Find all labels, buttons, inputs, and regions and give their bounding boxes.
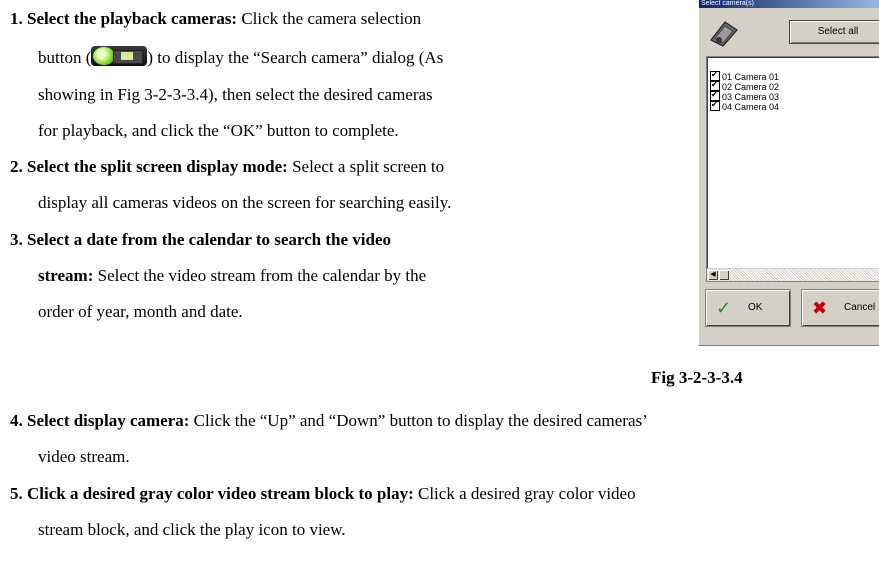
step-text: Click the camera selection xyxy=(241,9,422,28)
dialog-title: Select camera(s) xyxy=(699,0,879,8)
step-number: 1. xyxy=(10,9,23,28)
step-4: 4. Select display camera: Click the “Up”… xyxy=(10,410,648,432)
x-icon: ✖ xyxy=(812,298,828,318)
step-text: Select the video stream from the calenda… xyxy=(97,266,427,285)
step-heading: Select the playback cameras: xyxy=(27,9,238,28)
step-text: button ( xyxy=(38,48,92,67)
step-number: 2. xyxy=(10,157,23,176)
step-number: 3. xyxy=(10,230,23,249)
step-heading-cont: stream: xyxy=(38,266,94,285)
camera-selection-icon xyxy=(91,46,148,66)
camera-list-item[interactable]: 04 Camera 04 xyxy=(710,100,779,112)
select-camera-dialog: Select camera(s) Select all 01 Camera 01… xyxy=(698,0,879,346)
step-heading: Click a desired gray color video stream … xyxy=(27,484,414,503)
step-text: Select a split screen to xyxy=(292,157,445,176)
step-number: 4. xyxy=(10,411,23,430)
step-text: ) to display the “Search camera” dialog … xyxy=(147,48,444,67)
step-3-line-2: stream: Select the video stream from the… xyxy=(38,265,426,287)
step-1-line-4: for playback, and click the “OK” button … xyxy=(38,121,399,140)
select-all-button[interactable]: Select all xyxy=(789,20,879,44)
camera-icon xyxy=(710,21,738,47)
checkbox[interactable] xyxy=(710,100,720,111)
checkmark-icon: ✓ xyxy=(716,298,732,318)
step-4-line-2: video stream. xyxy=(38,447,130,466)
ok-button[interactable]: ✓ OK xyxy=(706,290,790,326)
horizontal-scrollbar[interactable]: ◀ xyxy=(707,268,879,281)
camera-list: 01 Camera 01 02 Camera 02 03 Camera 03 0… xyxy=(706,56,879,282)
step-5-line-2: stream block, and click the play icon to… xyxy=(38,520,346,539)
step-text: Click a desired gray color video xyxy=(417,484,636,503)
step-3-line-3: order of year, month and date. xyxy=(38,302,243,321)
step-heading: Select the split screen display mode: xyxy=(27,157,288,176)
figure-caption: Fig 3-2-3-3.4 xyxy=(651,368,743,387)
scroll-thumb[interactable] xyxy=(719,270,729,280)
step-1-line-3: showing in Fig 3-2-3-3.4), then select t… xyxy=(38,85,433,104)
step-heading: Select display camera: xyxy=(27,411,190,430)
step-heading: Select a date from the calendar to searc… xyxy=(27,230,392,249)
step-text: Click the “Up” and “Down” button to disp… xyxy=(193,411,648,430)
cancel-button[interactable]: ✖ Cancel xyxy=(802,290,879,326)
step-2-line-2: display all cameras videos on the screen… xyxy=(38,193,452,212)
step-5: 5. Click a desired gray color video stre… xyxy=(10,483,636,505)
step-number: 5. xyxy=(10,484,23,503)
step-1-line-2: button ( ) to display the “Search camera”… xyxy=(38,46,443,69)
step-1: 1. Select the playback cameras: Click th… xyxy=(10,8,421,30)
scroll-left-icon[interactable]: ◀ xyxy=(708,270,718,280)
step-2: 2. Select the split screen display mode:… xyxy=(10,156,444,178)
step-3: 3. Select a date from the calendar to se… xyxy=(10,229,391,251)
